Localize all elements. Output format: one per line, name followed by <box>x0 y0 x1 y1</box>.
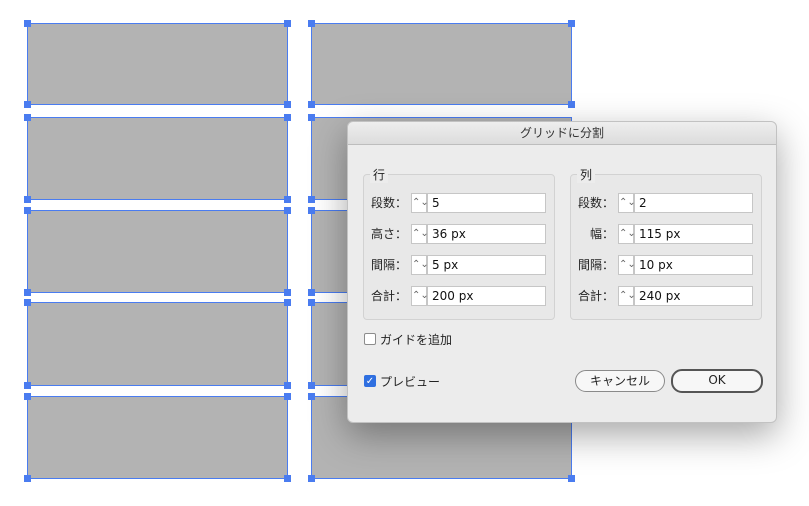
columns-width-row: 幅： ⌃⌄ 115 px <box>570 224 753 244</box>
columns-total-label: 合計： <box>577 289 614 303</box>
selection-handle[interactable] <box>308 299 315 306</box>
columns-gutter-label: 間隔： <box>577 258 614 272</box>
rows-total-row: 合計： ⌃⌄ 200 px <box>363 286 546 306</box>
selection-handle[interactable] <box>284 114 291 121</box>
selection-handle[interactable] <box>284 207 291 214</box>
selection-handle[interactable] <box>568 101 575 108</box>
ok-button[interactable]: OK <box>671 369 763 393</box>
selection-handle[interactable] <box>284 299 291 306</box>
selection-handle[interactable] <box>308 196 315 203</box>
up-down-chevron-icon[interactable]: ⌃⌄ <box>618 286 636 306</box>
selection-handle[interactable] <box>24 207 31 214</box>
grid-cell-r1-c1[interactable] <box>27 23 288 105</box>
selection-handle[interactable] <box>24 196 31 203</box>
columns-gutter-input[interactable]: 10 px <box>634 255 753 275</box>
dialog-title: グリッドに分割 <box>348 122 776 145</box>
selection-handle[interactable] <box>284 393 291 400</box>
rows-gutter-row: 間隔： ⌃⌄ 5 px <box>363 255 546 275</box>
columns-total-input[interactable]: 240 px <box>634 286 753 306</box>
columns-width-label: 幅： <box>589 227 614 241</box>
selection-handle[interactable] <box>24 393 31 400</box>
rows-height-input[interactable]: 36 px <box>427 224 546 244</box>
selection-handle[interactable] <box>308 393 315 400</box>
selection-handle[interactable] <box>284 382 291 389</box>
preview-checkbox[interactable]: ✓ <box>364 375 376 387</box>
up-down-chevron-icon[interactable]: ⌃⌄ <box>618 193 636 213</box>
rows-gutter-input[interactable]: 5 px <box>427 255 546 275</box>
grid-cell-r5-c1[interactable] <box>27 396 288 479</box>
grid-cell-r2-c1[interactable] <box>27 117 288 200</box>
grid-cell-r1-c2[interactable] <box>311 23 572 105</box>
columns-count-input[interactable]: 2 <box>634 193 753 213</box>
grid-cell-r3-c1[interactable] <box>27 210 288 293</box>
columns-count-row: 段数： ⌃⌄ 2 <box>570 193 753 213</box>
rows-height-row: 高さ： ⌃⌄ 36 px <box>363 224 546 244</box>
up-down-chevron-icon[interactable]: ⌃⌄ <box>411 255 429 275</box>
selection-handle[interactable] <box>24 101 31 108</box>
selection-handle[interactable] <box>24 382 31 389</box>
checkmark-icon: ✓ <box>365 376 375 387</box>
selection-handle[interactable] <box>308 114 315 121</box>
selection-handle[interactable] <box>308 20 315 27</box>
selection-handle[interactable] <box>24 289 31 296</box>
columns-total-row: 合計： ⌃⌄ 240 px <box>570 286 753 306</box>
selection-handle[interactable] <box>284 20 291 27</box>
rows-count-label: 段数： <box>370 196 407 210</box>
add-guides-checkbox[interactable] <box>364 333 376 345</box>
selection-handle[interactable] <box>24 20 31 27</box>
add-guides-label[interactable]: ガイドを追加 <box>380 331 452 348</box>
split-into-grid-dialog: グリッドに分割 行 段数： ⌃⌄ 5 高さ： ⌃⌄ 36 px 間隔： ⌃⌄ 5… <box>347 121 777 423</box>
rows-group-title: 行 <box>370 166 389 183</box>
selection-handle[interactable] <box>24 114 31 121</box>
grid-cell-r4-c1[interactable] <box>27 302 288 386</box>
preview-label[interactable]: プレビュー <box>380 373 440 390</box>
selection-handle[interactable] <box>24 475 31 482</box>
selection-handle[interactable] <box>568 20 575 27</box>
up-down-chevron-icon[interactable]: ⌃⌄ <box>411 286 429 306</box>
selection-handle[interactable] <box>308 475 315 482</box>
selection-handle[interactable] <box>284 101 291 108</box>
rows-height-label: 高さ： <box>370 227 407 241</box>
rows-total-label: 合計： <box>370 289 407 303</box>
columns-count-label: 段数： <box>577 196 614 210</box>
rows-count-input[interactable]: 5 <box>427 193 546 213</box>
up-down-chevron-icon[interactable]: ⌃⌄ <box>618 255 636 275</box>
selection-handle[interactable] <box>308 289 315 296</box>
selection-handle[interactable] <box>568 475 575 482</box>
columns-group-title: 列 <box>577 166 596 183</box>
selection-handle[interactable] <box>284 289 291 296</box>
up-down-chevron-icon[interactable]: ⌃⌄ <box>618 224 636 244</box>
selection-handle[interactable] <box>308 382 315 389</box>
rows-count-row: 段数： ⌃⌄ 5 <box>363 193 546 213</box>
columns-width-input[interactable]: 115 px <box>634 224 753 244</box>
columns-gutter-row: 間隔： ⌃⌄ 10 px <box>570 255 753 275</box>
selection-handle[interactable] <box>308 207 315 214</box>
rows-total-input[interactable]: 200 px <box>427 286 546 306</box>
cancel-button[interactable]: キャンセル <box>575 370 665 392</box>
rows-gutter-label: 間隔： <box>370 258 407 272</box>
selection-handle[interactable] <box>308 101 315 108</box>
up-down-chevron-icon[interactable]: ⌃⌄ <box>411 224 429 244</box>
selection-handle[interactable] <box>284 196 291 203</box>
selection-handle[interactable] <box>284 475 291 482</box>
up-down-chevron-icon[interactable]: ⌃⌄ <box>411 193 429 213</box>
selection-handle[interactable] <box>24 299 31 306</box>
